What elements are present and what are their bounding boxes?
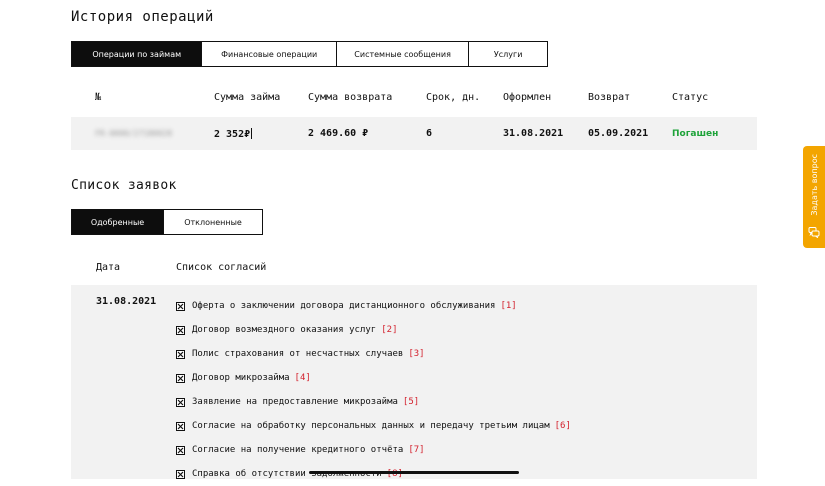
- tab-financial-operations[interactable]: Финансовые операции: [202, 42, 337, 66]
- loans-table-header: № Сумма займа Сумма возврата Срок, дн. О…: [71, 92, 757, 112]
- tab-services[interactable]: Услуги: [469, 42, 547, 66]
- consent-ref-link[interactable]: [5]: [403, 397, 419, 407]
- consent-item: Договор возмездного оказания услуг [2]: [176, 318, 571, 342]
- consent-item: Заявление на предоставление микрозайма [5…: [176, 390, 571, 414]
- consent-ref-link[interactable]: [2]: [381, 325, 397, 335]
- table-row[interactable]: FR-0000/27180028 2 352₽ 2 469.60 ₽ 6 31.…: [71, 117, 757, 150]
- col-date: Дата: [96, 262, 121, 273]
- consent-text[interactable]: Согласие на получение кредитного отчёта: [192, 445, 403, 455]
- check-cross-icon: [177, 351, 184, 357]
- col-loan-amount: Сумма займа: [214, 92, 281, 103]
- tab-approved[interactable]: Одобренные: [72, 210, 165, 234]
- col-term: Срок, дн.: [426, 92, 481, 103]
- ask-question-label: Задать вопрос: [809, 154, 819, 216]
- chat-bubbles-icon: [808, 223, 820, 242]
- horizontal-scrollbar[interactable]: [309, 471, 519, 474]
- consent-text[interactable]: Договор возмездного оказания услуг: [192, 325, 376, 335]
- due-date: 05.09.2021: [588, 128, 649, 139]
- consent-text[interactable]: Полис страхования от несчастных случаев: [192, 349, 403, 359]
- operations-title: История операций: [71, 9, 214, 25]
- requests-tabs: Одобренные Отклоненные: [71, 209, 263, 235]
- tab-rejected[interactable]: Отклоненные: [164, 210, 262, 234]
- consent-ref-link[interactable]: [4]: [295, 373, 311, 383]
- consent-item: Полис страхования от несчастных случаев […: [176, 342, 571, 366]
- col-return-amount: Сумма возврата: [308, 92, 393, 103]
- check-cross-icon: [177, 423, 184, 429]
- requests-title: Список заявок: [71, 178, 177, 193]
- check-cross-icon: [177, 447, 184, 453]
- consent-text[interactable]: Договор микрозайма: [192, 373, 290, 383]
- check-cross-icon: [177, 303, 184, 309]
- text-cursor: [251, 128, 253, 139]
- request-date: 31.08.2021: [96, 296, 157, 307]
- checkbox-checked[interactable]: [176, 301, 185, 311]
- col-issued: Оформлен: [503, 92, 552, 103]
- col-status: Статус: [672, 92, 709, 103]
- col-number: №: [95, 92, 102, 103]
- col-due: Возврат: [588, 92, 631, 103]
- consent-item: Оферта о заключении договора дистанционн…: [176, 294, 571, 318]
- ask-question-button[interactable]: Задать вопрос: [803, 146, 825, 248]
- request-row: 31.08.2021 Оферта о заключении договора …: [71, 285, 757, 479]
- consent-ref-link[interactable]: [7]: [408, 445, 424, 455]
- issued-date: 31.08.2021: [503, 128, 564, 139]
- consent-item: Согласие на обработку персональных данны…: [176, 414, 571, 438]
- checkbox-checked[interactable]: [176, 349, 185, 359]
- consent-text[interactable]: Заявление на предоставление микрозайма: [192, 397, 398, 407]
- checkbox-checked[interactable]: [176, 469, 185, 479]
- checkbox-checked[interactable]: [176, 421, 185, 431]
- checkbox-checked[interactable]: [176, 373, 185, 383]
- requests-table-header: Дата Список согласий: [71, 262, 757, 280]
- loan-number[interactable]: FR-0000/27180028: [95, 129, 172, 138]
- checkbox-checked[interactable]: [176, 397, 185, 407]
- col-consents: Список согласий: [176, 262, 267, 273]
- tab-loan-operations[interactable]: Операции по займам: [72, 42, 203, 66]
- return-amount: 2 469.60 ₽: [308, 128, 369, 139]
- loan-amount-value: 2 352₽: [214, 129, 251, 140]
- consent-ref-link[interactable]: [6]: [555, 421, 571, 431]
- consent-item: Договор микрозайма [4]: [176, 366, 571, 390]
- tab-system-messages[interactable]: Системные сообщения: [336, 42, 470, 66]
- consent-list: Оферта о заключении договора дистанционн…: [176, 294, 571, 486]
- checkbox-checked[interactable]: [176, 325, 185, 335]
- check-cross-icon: [177, 375, 184, 381]
- checkbox-checked[interactable]: [176, 445, 185, 455]
- consent-item: Согласие на получение кредитного отчёта […: [176, 438, 571, 462]
- loan-amount: 2 352₽: [214, 128, 253, 140]
- check-cross-icon: [177, 399, 184, 405]
- loan-term: 6: [426, 128, 433, 139]
- consent-ref-link[interactable]: [1]: [500, 301, 516, 311]
- status-badge: Погашен: [672, 129, 719, 139]
- check-cross-icon: [177, 327, 184, 333]
- consent-ref-link[interactable]: [3]: [408, 349, 424, 359]
- consent-item: Справка об отсутствии задолженности [8]: [176, 462, 571, 486]
- consent-text[interactable]: Оферта о заключении договора дистанционн…: [192, 301, 495, 311]
- consent-text[interactable]: Согласие на обработку персональных данны…: [192, 421, 550, 431]
- check-cross-icon: [177, 471, 184, 477]
- operations-tabs: Операции по займам Финансовые операции С…: [71, 41, 548, 67]
